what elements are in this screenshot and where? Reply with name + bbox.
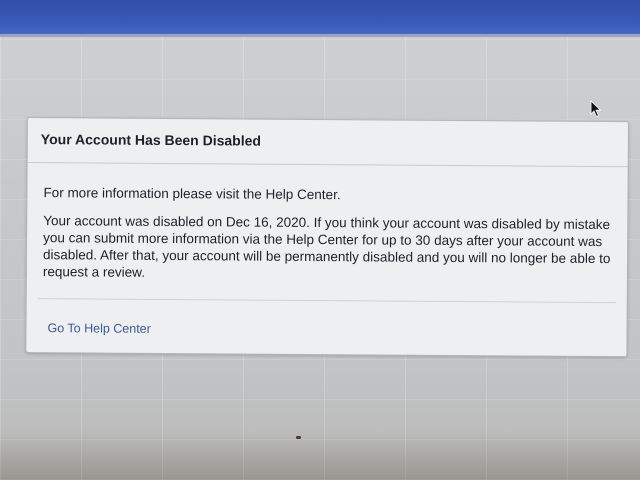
bottom-shade: [0, 430, 640, 480]
account-disabled-dialog: Your Account Has Been Disabled For more …: [25, 117, 629, 358]
top-bar-edge: [0, 34, 640, 37]
dialog-divider: [37, 298, 616, 304]
dialog-body: For more information please visit the He…: [43, 184, 614, 295]
info-text: For more information please visit the He…: [43, 185, 341, 203]
mouse-pointer-icon: [590, 100, 602, 118]
go-to-help-center-link[interactable]: Go To Help Center: [47, 321, 150, 336]
dialog-header: Your Account Has Been Disabled: [27, 118, 628, 168]
dialog-title: Your Account Has Been Disabled: [40, 131, 262, 149]
top-navigation-bar: [0, 0, 640, 34]
details-text: Your account was disabled on Dec 16, 202…: [42, 213, 611, 280]
